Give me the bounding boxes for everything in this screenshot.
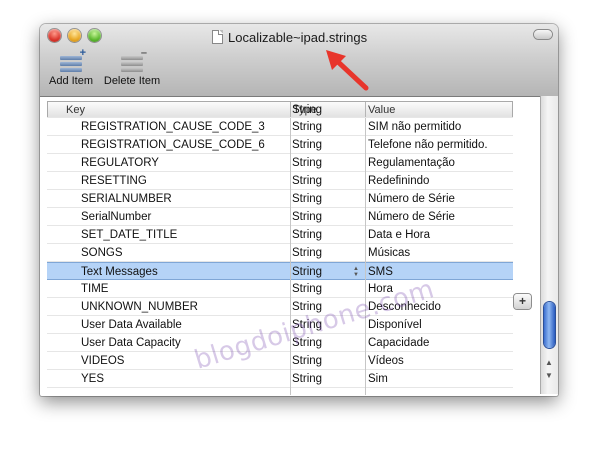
cell-value: Regulamentação <box>368 157 455 169</box>
minimize-window-button[interactable] <box>68 29 81 42</box>
cell-key: REGULATORY <box>81 157 159 169</box>
table-row[interactable]: TIME String Hora <box>47 280 513 298</box>
cell-type: String <box>292 355 323 367</box>
toolbar-toggle-button[interactable] <box>534 30 552 39</box>
vertical-scrollbar[interactable]: ▲ ▼ <box>540 96 558 394</box>
cell-key: YES <box>81 373 105 385</box>
cell-value: Telefone não permitido. <box>368 139 488 151</box>
table-row[interactable]: SONGS String Músicas <box>47 244 513 262</box>
cell-key: RESETTING <box>81 175 147 187</box>
cell-value: Data e Hora <box>368 229 431 241</box>
add-item-label: Add Item <box>48 75 94 87</box>
cell-value: Vídeos <box>368 355 404 367</box>
cell-key: REGISTRATION_CAUSE_CODE_3 <box>81 121 265 133</box>
table-row[interactable]: YES String Sim <box>47 370 513 388</box>
cell-type: String <box>292 139 323 151</box>
cell-value: Redefinindo <box>368 175 430 187</box>
table-row[interactable]: REGULATORY String Regulamentação <box>47 154 513 172</box>
close-window-button[interactable] <box>48 29 61 42</box>
cell-type: String <box>292 121 323 133</box>
scroll-down-arrow-icon[interactable]: ▼ <box>545 372 553 380</box>
red-annotation-arrow-icon <box>326 50 369 91</box>
strings-table: Key Type Value String REGISTRATION_CAUSE… <box>47 101 523 395</box>
cell-key: SERIALNUMBER <box>81 193 172 205</box>
window-title-text: Localizable~ipad.strings <box>228 29 368 45</box>
cell-key: SET_DATE_TITLE <box>81 229 178 241</box>
cell-key: SerialNumber <box>81 211 152 223</box>
table-row[interactable]: SerialNumber String Número de Série <box>47 208 513 226</box>
cell-value: Capacidade <box>368 337 430 349</box>
cell-type: String <box>292 229 323 241</box>
cell-value: SMS <box>368 266 393 278</box>
table-row[interactable]: Text Messages String SMS ▲ ▼ <box>47 262 513 280</box>
cell-type: String <box>292 104 323 116</box>
table-row[interactable]: REGISTRATION_CAUSE_CODE_3 String SIM não p… <box>47 118 513 136</box>
type-stepper-icon[interactable]: ▲ ▼ <box>353 266 359 278</box>
cell-value: Sim <box>368 373 388 385</box>
column-separator <box>290 118 291 395</box>
table-row-partial[interactable]: String <box>47 104 513 118</box>
cell-key: TIME <box>81 283 109 295</box>
cell-value: Disponível <box>368 319 422 331</box>
cell-type: String <box>292 211 323 223</box>
cell-type: String <box>292 157 323 169</box>
document-icon <box>212 30 223 44</box>
add-row-plus-button[interactable]: + <box>514 294 531 309</box>
cell-key: SONGS <box>81 247 123 259</box>
scroll-up-arrow-icon[interactable]: ▲ <box>545 359 553 367</box>
cell-value: Número de Série <box>368 211 455 223</box>
table-row[interactable]: RESETTING String Redefinindo <box>47 172 513 190</box>
window-title: Localizable~ipad.strings <box>212 28 367 46</box>
delete-item-icon: – <box>121 48 147 72</box>
cell-key: Text Messages <box>81 266 158 278</box>
delete-item-button[interactable]: – Delete Item <box>102 48 162 88</box>
cell-type: String <box>292 175 323 187</box>
cell-type: String <box>292 247 323 259</box>
cell-value: Número de Série <box>368 193 455 205</box>
column-separator <box>365 118 366 395</box>
cell-type: String <box>292 266 323 278</box>
add-item-button[interactable]: + Add Item <box>46 48 96 88</box>
scrollbar-thumb[interactable] <box>544 302 555 348</box>
cell-type: String <box>292 283 323 295</box>
table-row[interactable]: VIDEOS String Vídeos <box>47 352 513 370</box>
cell-value: SIM não permitido <box>368 121 462 133</box>
add-item-icon: + <box>60 48 86 72</box>
cell-value: Músicas <box>368 247 411 259</box>
cell-key: UNKNOWN_NUMBER <box>81 301 198 313</box>
table-row[interactable]: UNKNOWN_NUMBER String Desconhecido <box>47 298 513 316</box>
cell-type: String <box>292 373 323 385</box>
delete-item-label: Delete Item <box>103 75 161 87</box>
app-window: Localizable~ipad.strings + Add Item – De… <box>40 24 558 396</box>
table-row[interactable]: SERIALNUMBER String Número de Série <box>47 190 513 208</box>
table-row[interactable]: SET_DATE_TITLE String Data e Hora <box>47 226 513 244</box>
titlebar: Localizable~ipad.strings + Add Item – De… <box>40 24 558 97</box>
cell-type: String <box>292 193 323 205</box>
table-row[interactable]: REGISTRATION_CAUSE_CODE_6 String Telefone … <box>47 136 513 154</box>
cell-key: REGISTRATION_CAUSE_CODE_6 <box>81 139 265 151</box>
zoom-window-button[interactable] <box>88 29 101 42</box>
